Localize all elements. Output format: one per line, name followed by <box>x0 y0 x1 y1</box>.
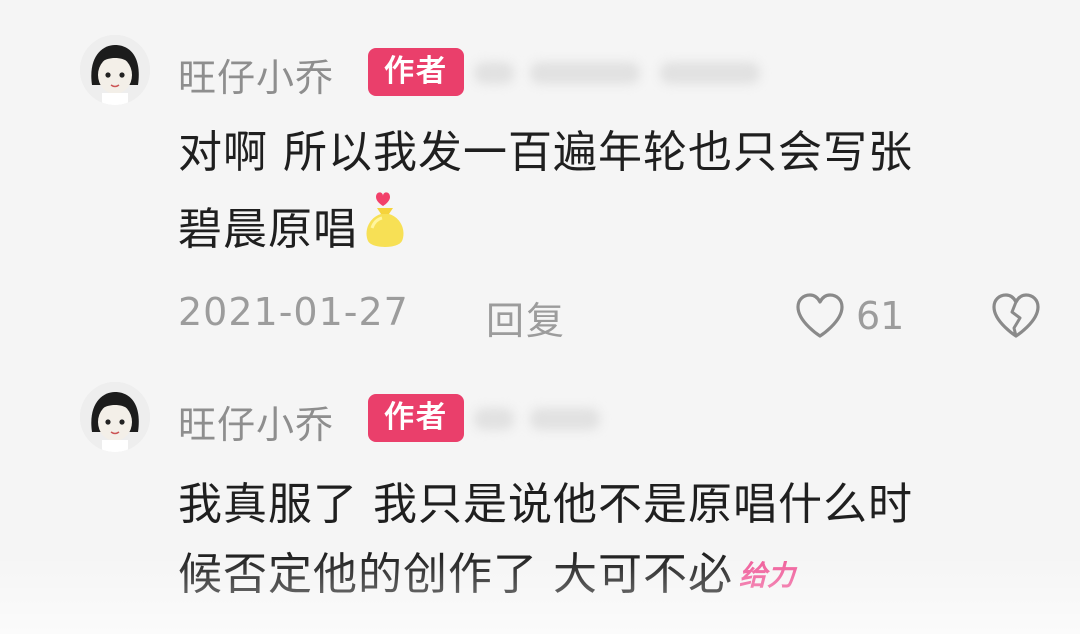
heart-outline-icon <box>796 293 844 338</box>
username[interactable]: 旺仔小乔 <box>178 47 334 102</box>
comment-item: 旺仔小乔 作者 我真服了 我只是说他不是原唱什么时 候否定他的创作了 大可不必给… <box>0 360 1080 634</box>
comment-line-text: 候否定他的创作了 大可不必 <box>178 549 733 600</box>
comment-line-2: 候否定他的创作了 大可不必 给力 <box>178 540 1038 611</box>
author-badge: 作者 <box>368 48 464 96</box>
comment-date: 2021-01-27 <box>178 290 409 334</box>
comment-text: 对啊 所以我发一百遍年轮也只会写张 碧晨原唱 <box>178 118 1038 265</box>
broken-heart-icon <box>992 293 1040 338</box>
author-badge: 作者 <box>368 394 464 442</box>
comment-meta: 2021-01-27 回复 61 <box>0 290 1080 350</box>
comment-item: 旺仔小乔 作者 对啊 所以我发一百遍年轮也只会写张 碧晨原唱 2021-01-2… <box>0 0 1080 360</box>
reply-button[interactable]: 回复 <box>486 290 566 345</box>
blurred-meta <box>660 62 760 84</box>
blurred-meta <box>474 62 514 84</box>
like-button[interactable]: 61 <box>794 290 904 342</box>
avatar[interactable] <box>80 35 150 105</box>
gold-bag-emoji <box>362 188 408 250</box>
blurred-meta <box>530 62 640 84</box>
like-count: 61 <box>856 294 905 338</box>
blurred-meta <box>474 408 514 430</box>
username[interactable]: 旺仔小乔 <box>178 394 334 449</box>
comment-line: 对啊 所以我发一百遍年轮也只会写张 <box>178 127 913 178</box>
blurred-meta <box>530 408 600 430</box>
comment-line-text: 碧晨原唱 <box>178 204 358 255</box>
geili-sticker: 给力 <box>739 559 796 592</box>
comment-line-2: 碧晨原唱 <box>178 188 1038 265</box>
avatar[interactable] <box>80 382 150 452</box>
comment-text: 我真服了 我只是说他不是原唱什么时 候否定他的创作了 大可不必 给力 <box>178 470 1038 611</box>
dislike-button[interactable] <box>990 292 1042 340</box>
comment-line: 我真服了 我只是说他不是原唱什么时 <box>178 479 913 530</box>
